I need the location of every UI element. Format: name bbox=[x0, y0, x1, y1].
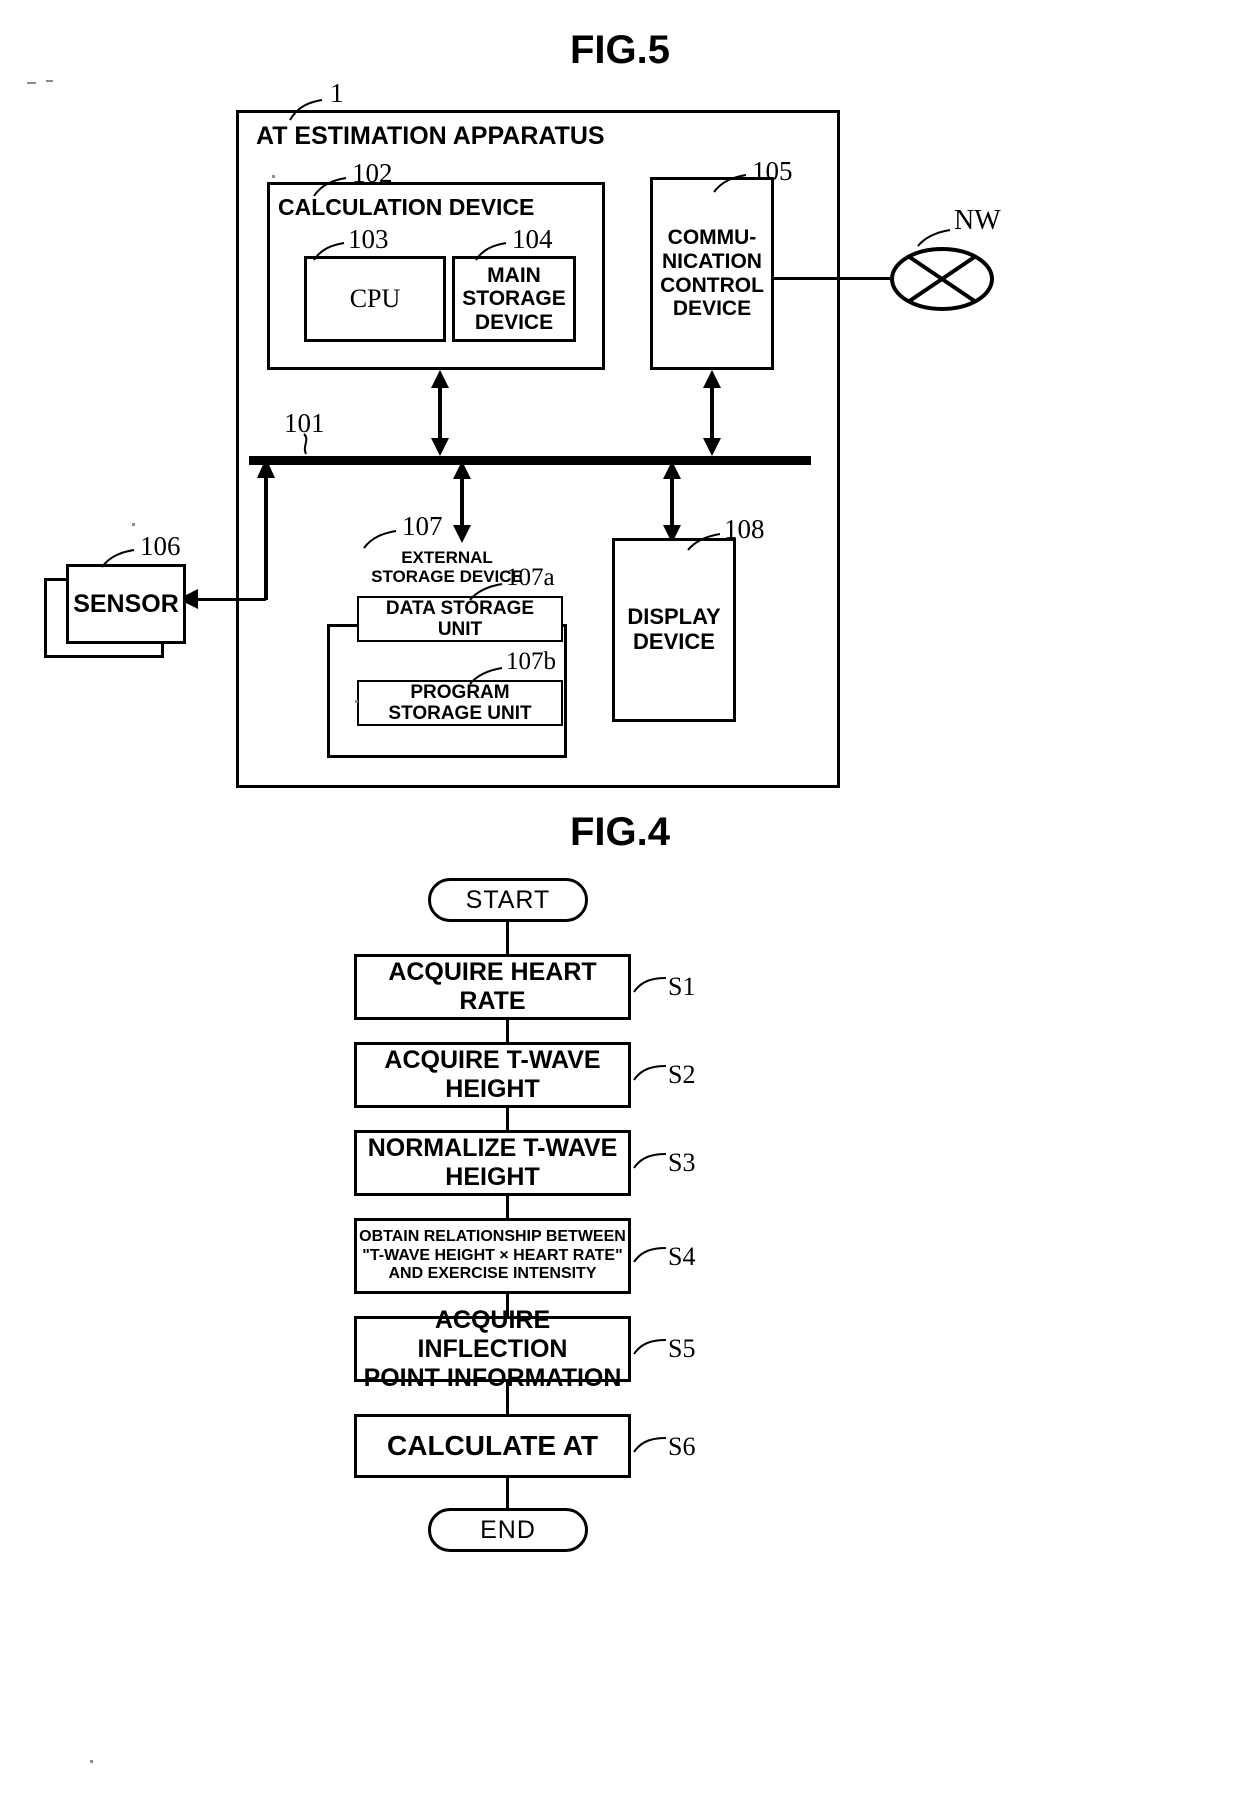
ref-105: 105 bbox=[752, 156, 793, 186]
flow-step-s2: ACQUIRE T-WAVE HEIGHT bbox=[354, 1042, 631, 1108]
flow-end-label: END bbox=[480, 1515, 536, 1544]
ref-104: 104 bbox=[512, 224, 553, 254]
cpu-label: CPU bbox=[349, 284, 401, 314]
leader-step-s2 bbox=[633, 1065, 667, 1081]
data-storage-unit-label: DATA STORAGE UNIT bbox=[385, 597, 535, 640]
program-storage-unit-box: PROGRAM STORAGE UNIT bbox=[357, 680, 563, 726]
leader-ref-103 bbox=[313, 242, 345, 261]
sensor-box: SENSOR bbox=[66, 564, 186, 644]
communication-control-device-label: COMMU- NICATION CONTROL DEVICE bbox=[660, 226, 764, 321]
arrow-sensor-to-bus bbox=[257, 458, 275, 600]
arrow-communication-device-to-bus bbox=[703, 370, 721, 456]
arrow-bus-to-external-storage-device bbox=[453, 461, 471, 543]
at-estimation-apparatus-label: AT ESTIMATION APPARATUS bbox=[256, 122, 605, 150]
patent-figure-page: FIG.5 1 AT ESTIMATION APPARATUS 102 CALC… bbox=[0, 0, 1240, 1794]
flow-step-s6-ref: S6 bbox=[668, 1432, 696, 1461]
leader-step-s6 bbox=[633, 1437, 667, 1453]
leader-ref-106 bbox=[101, 549, 135, 568]
scan-speck bbox=[90, 1760, 93, 1763]
flow-step-s3-label: NORMALIZE T-WAVE HEIGHT bbox=[367, 1134, 618, 1191]
leader-ref-nw bbox=[917, 229, 951, 247]
leader-step-s5 bbox=[633, 1339, 667, 1355]
flow-end-terminal: END bbox=[428, 1508, 588, 1552]
flow-connector-s6-end bbox=[506, 1478, 509, 1508]
flow-connector-s3-s4 bbox=[506, 1196, 509, 1218]
cpu-box: CPU bbox=[304, 256, 446, 342]
display-device-label: DISPLAY DEVICE bbox=[627, 604, 721, 654]
flow-step-s3: NORMALIZE T-WAVE HEIGHT bbox=[354, 1130, 631, 1196]
ref-nw: NW bbox=[954, 205, 1001, 236]
leader-step-s1 bbox=[633, 977, 667, 993]
ref-108: 108 bbox=[724, 514, 765, 544]
ref-106: 106 bbox=[140, 531, 181, 561]
ref-107a: 107a bbox=[506, 564, 555, 591]
flow-start-terminal: START bbox=[428, 878, 588, 922]
leader-ref-1 bbox=[289, 99, 323, 121]
leader-ref-101 bbox=[303, 433, 308, 455]
leader-step-s4 bbox=[633, 1247, 667, 1263]
scan-speck bbox=[132, 523, 135, 526]
flow-step-s4: OBTAIN RELATIONSHIP BETWEEN "T-WAVE HEIG… bbox=[354, 1218, 631, 1294]
main-storage-device-label: MAIN STORAGE DEVICE bbox=[462, 263, 566, 334]
flow-step-s5: ACQUIRE INFLECTION POINT INFORMATION bbox=[354, 1306, 631, 1392]
data-storage-unit-box: DATA STORAGE UNIT bbox=[357, 596, 563, 642]
flow-step-s4-label: OBTAIN RELATIONSHIP BETWEEN "T-WAVE HEIG… bbox=[359, 1228, 626, 1283]
flow-connector-start-s1 bbox=[506, 922, 509, 954]
flow-step-s1: ACQUIRE HEART RATE bbox=[354, 954, 631, 1020]
flow-step-s2-ref: S2 bbox=[668, 1060, 696, 1089]
flow-step-s1-ref: S1 bbox=[668, 972, 696, 1001]
ref-107: 107 bbox=[402, 511, 443, 541]
flow-step-s5-label: ACQUIRE INFLECTION POINT INFORMATION bbox=[363, 1305, 622, 1392]
leader-ref-107a bbox=[469, 583, 503, 601]
flow-connector-s1-s2 bbox=[506, 1020, 509, 1042]
leader-step-s3 bbox=[633, 1153, 667, 1169]
leader-ref-108 bbox=[687, 533, 721, 551]
main-storage-device-box: MAIN STORAGE DEVICE bbox=[452, 256, 576, 342]
sensor-label: SENSOR bbox=[73, 590, 179, 618]
arrow-bus-to-display-device bbox=[663, 461, 681, 543]
leader-ref-107b bbox=[469, 667, 503, 685]
flow-step-s5-ref: S5 bbox=[668, 1334, 696, 1363]
ref-103: 103 bbox=[348, 224, 389, 254]
fig4-title: FIG.4 bbox=[569, 810, 671, 854]
scan-speck bbox=[272, 175, 275, 178]
flow-start-label: START bbox=[465, 885, 551, 914]
network-link-line bbox=[774, 277, 900, 280]
calculation-device-label: CALCULATION DEVICE bbox=[278, 194, 535, 220]
leader-ref-105 bbox=[713, 174, 747, 193]
ref-107b: 107b bbox=[506, 648, 556, 675]
flow-step-s2-label: ACQUIRE T-WAVE HEIGHT bbox=[384, 1046, 601, 1103]
flow-connector-s5-s6 bbox=[506, 1382, 509, 1414]
display-device-box: DISPLAY DEVICE bbox=[612, 538, 736, 722]
communication-control-device-box: COMMU- NICATION CONTROL DEVICE bbox=[650, 177, 774, 370]
scan-speck bbox=[27, 82, 36, 84]
program-storage-unit-label: PROGRAM STORAGE UNIT bbox=[388, 681, 532, 724]
flow-connector-s2-s3 bbox=[506, 1108, 509, 1130]
scan-speck bbox=[355, 700, 358, 703]
flow-step-s6-label: CALCULATE AT bbox=[387, 1429, 598, 1461]
bus-line bbox=[249, 456, 811, 465]
flow-step-s3-ref: S3 bbox=[668, 1148, 696, 1177]
fig5-title: FIG.5 bbox=[569, 28, 671, 72]
flow-step-s6: CALCULATE AT bbox=[354, 1414, 631, 1478]
leader-ref-104 bbox=[475, 242, 507, 261]
flow-step-s4-ref: S4 bbox=[668, 1242, 696, 1271]
ref-102: 102 bbox=[352, 158, 393, 188]
network-symbol bbox=[890, 247, 994, 311]
scan-speck bbox=[46, 80, 53, 82]
arrow-calculation-device-to-bus bbox=[431, 370, 449, 456]
flow-step-s1-label: ACQUIRE HEART RATE bbox=[388, 958, 597, 1015]
